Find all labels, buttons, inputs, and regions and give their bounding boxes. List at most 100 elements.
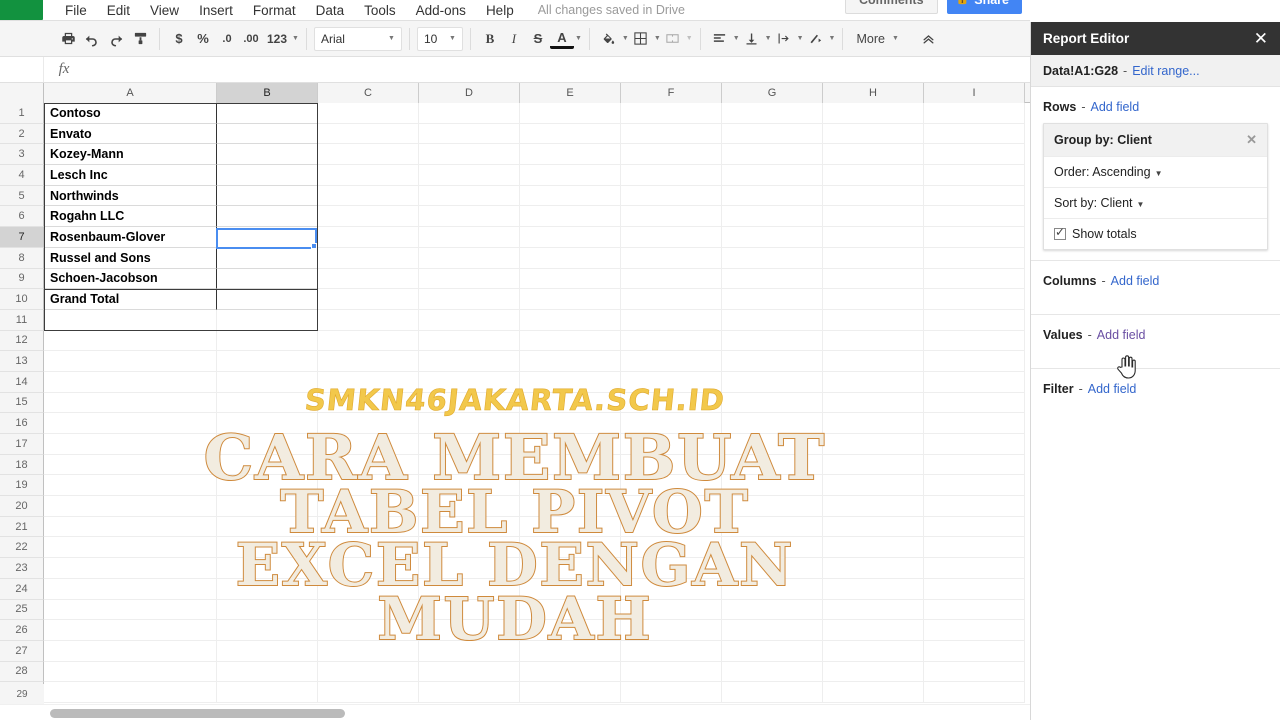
cell-G12[interactable]	[722, 330, 823, 352]
cell-E7[interactable]	[520, 227, 621, 248]
column-header-g[interactable]: G	[722, 83, 823, 103]
name-box[interactable]	[0, 57, 44, 82]
cell-I21[interactable]	[924, 516, 1025, 538]
cell-H10[interactable]	[823, 289, 924, 310]
row-header-9[interactable]: 9	[0, 268, 44, 290]
cell-I1[interactable]	[924, 103, 1025, 124]
cell-C25[interactable]	[318, 599, 419, 621]
cell-H8[interactable]	[823, 247, 924, 269]
sheets-logo[interactable]	[0, 0, 43, 20]
cell-A26[interactable]	[44, 620, 217, 641]
cell-G15[interactable]	[722, 392, 823, 414]
cell-E4[interactable]	[520, 165, 621, 186]
chevron-down-icon[interactable]: ▼	[292, 35, 299, 42]
cell-E18[interactable]	[520, 454, 621, 476]
formula-input[interactable]	[84, 57, 1030, 82]
cell-H2[interactable]	[823, 123, 924, 145]
cell-A20[interactable]	[44, 496, 217, 517]
cell-I15[interactable]	[924, 392, 1025, 414]
cell-A11[interactable]	[44, 309, 217, 331]
cell-B8[interactable]	[217, 247, 318, 269]
cell-D6[interactable]	[419, 206, 520, 228]
decrease-decimal-button[interactable]: .0	[215, 27, 239, 51]
column-header-a[interactable]: A	[44, 83, 217, 103]
cell-B13[interactable]	[217, 351, 318, 372]
cell-I7[interactable]	[924, 227, 1025, 248]
select-all-corner[interactable]	[0, 83, 44, 103]
cell-F25[interactable]	[621, 599, 722, 621]
cell-D26[interactable]	[419, 620, 520, 641]
cell-H22[interactable]	[823, 537, 924, 559]
cell-I8[interactable]	[924, 247, 1025, 269]
cell-E26[interactable]	[520, 620, 621, 641]
menu-view[interactable]: View	[140, 1, 189, 20]
cell-C6[interactable]	[318, 206, 419, 228]
cell-H20[interactable]	[823, 496, 924, 517]
cell-I23[interactable]	[924, 558, 1025, 579]
row-header-10[interactable]: 10	[0, 289, 44, 310]
cell-B10[interactable]	[217, 289, 318, 310]
cell-H26[interactable]	[823, 620, 924, 641]
row-header-17[interactable]: 17	[0, 434, 44, 455]
cell-D7[interactable]	[419, 227, 520, 248]
cell-A28[interactable]	[44, 661, 217, 683]
chevron-down-icon[interactable]: ▼	[829, 35, 836, 42]
row-header-18[interactable]: 18	[0, 454, 44, 476]
cell-H6[interactable]	[823, 206, 924, 228]
row-header-20[interactable]: 20	[0, 496, 44, 517]
column-header-e[interactable]: E	[520, 83, 621, 103]
cell-I10[interactable]	[924, 289, 1025, 310]
cell-D16[interactable]	[419, 413, 520, 434]
row-header-1[interactable]: 1	[0, 103, 44, 124]
currency-format-button[interactable]: $	[167, 27, 191, 51]
cell-C14[interactable]	[318, 371, 419, 393]
cell-E2[interactable]	[520, 123, 621, 145]
row-header-19[interactable]: 19	[0, 475, 44, 497]
cell-D24[interactable]	[419, 578, 520, 600]
cell-B7[interactable]	[217, 227, 318, 248]
redo-icon[interactable]	[104, 27, 128, 51]
cell-I6[interactable]	[924, 206, 1025, 228]
cell-G13[interactable]	[722, 351, 823, 372]
cell-E17[interactable]	[520, 434, 621, 455]
cell-H29[interactable]	[823, 682, 924, 703]
group-by-row[interactable]: Group by: Client ✕	[1044, 124, 1267, 157]
cell-C5[interactable]	[318, 185, 419, 207]
cell-A27[interactable]	[44, 640, 217, 662]
columns-add-field-link[interactable]: Add field	[1111, 274, 1160, 288]
cell-A25[interactable]	[44, 599, 217, 621]
cell-I22[interactable]	[924, 537, 1025, 559]
chevron-down-icon[interactable]: ▼	[575, 35, 582, 42]
row-header-7[interactable]: 7	[0, 227, 44, 248]
cell-D22[interactable]	[419, 537, 520, 559]
cell-G8[interactable]	[722, 247, 823, 269]
cell-H16[interactable]	[823, 413, 924, 434]
cell-E13[interactable]	[520, 351, 621, 372]
order-row[interactable]: Order: Ascending ▼	[1044, 157, 1267, 188]
cell-C3[interactable]	[318, 144, 419, 166]
menu-tools[interactable]: Tools	[354, 1, 406, 20]
chevron-down-icon[interactable]: ▼	[686, 35, 693, 42]
paint-format-icon[interactable]	[128, 27, 152, 51]
cell-I27[interactable]	[924, 640, 1025, 662]
font-size-select[interactable]: 10 ▼	[416, 26, 463, 51]
cell-I28[interactable]	[924, 661, 1025, 683]
cell-F4[interactable]	[621, 165, 722, 186]
cell-E11[interactable]	[520, 309, 621, 331]
row-header-22[interactable]: 22	[0, 537, 44, 559]
edit-range-link[interactable]: Edit range...	[1132, 64, 1199, 78]
cell-I20[interactable]	[924, 496, 1025, 517]
cell-B12[interactable]	[217, 330, 318, 352]
cell-H12[interactable]	[823, 330, 924, 352]
cell-F17[interactable]	[621, 434, 722, 455]
cell-H28[interactable]	[823, 661, 924, 683]
cell-D18[interactable]	[419, 454, 520, 476]
cell-D19[interactable]	[419, 475, 520, 497]
cell-D14[interactable]	[419, 371, 520, 393]
cell-B4[interactable]	[217, 165, 318, 186]
cell-B24[interactable]	[217, 578, 318, 600]
cell-B18[interactable]	[217, 454, 318, 476]
cell-B23[interactable]	[217, 558, 318, 579]
cell-E14[interactable]	[520, 371, 621, 393]
cell-G21[interactable]	[722, 516, 823, 538]
